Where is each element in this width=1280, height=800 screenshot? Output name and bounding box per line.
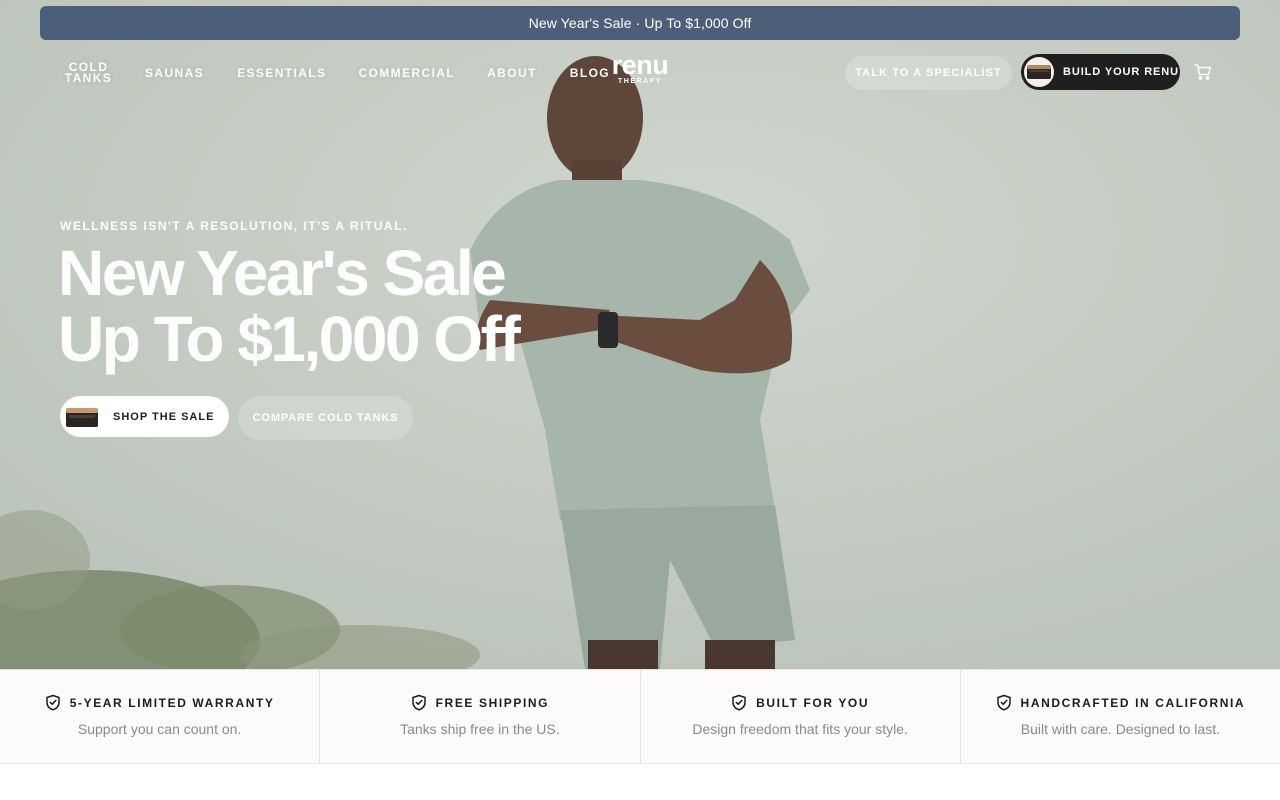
nav-item-commercial[interactable]: COMMERCIAL xyxy=(358,66,455,80)
promo-bar-text: New Year's Sale · Up To $1,000 Off xyxy=(528,15,752,31)
features-strip: 5-YEAR LIMITED WARRANTY Support you can … xyxy=(0,669,1280,764)
shield-check-icon xyxy=(411,694,426,711)
hero-eyebrow: WELLNESS ISN'T A RESOLUTION, IT'S A RITU… xyxy=(60,219,408,233)
hero-headline-line-1: New Year's Sale xyxy=(58,237,507,309)
nav-item-cold-tanks[interactable]: COLD TANKS xyxy=(60,61,117,84)
feature-title: FREE SHIPPING xyxy=(435,695,550,710)
feature-item: 5-YEAR LIMITED WARRANTY Support you can … xyxy=(0,670,321,763)
site-logo[interactable]: renu THERAPY xyxy=(605,52,675,86)
feature-item: FREE SHIPPING Tanks ship free in the US. xyxy=(320,670,641,763)
nav-item-blog[interactable]: BLOG xyxy=(570,66,610,80)
feature-item: HANDCRAFTED IN CALIFORNIA Built with car… xyxy=(961,670,1280,763)
main-nav: COLD TANKS SAUNAS ESSENTIALS COMMERCIAL … xyxy=(60,58,610,88)
compare-cold-tanks-button[interactable]: COMPARE COLD TANKS xyxy=(238,396,413,440)
feature-description: Tanks ship free in the US. xyxy=(400,721,560,737)
nav-item-essentials[interactable]: ESSENTIALS xyxy=(237,66,326,80)
shield-check-icon xyxy=(45,694,60,711)
feature-item: BUILT FOR YOU Design freedom that fits y… xyxy=(641,670,961,763)
logo-wordmark: renu xyxy=(611,50,669,80)
feature-title: HANDCRAFTED IN CALIFORNIA xyxy=(1020,695,1246,710)
promo-bar[interactable]: New Year's Sale · Up To $1,000 Off xyxy=(40,6,1240,40)
feature-title: 5-YEAR LIMITED WARRANTY xyxy=(69,695,275,710)
nav-item-about[interactable]: ABOUT xyxy=(487,66,537,80)
shield-check-icon xyxy=(732,694,746,711)
shop-the-sale-button[interactable]: SHOP THE SALE xyxy=(60,396,229,437)
shield-check-icon xyxy=(996,694,1011,711)
hero-headline: New Year's Sale Up To $1,000 Off xyxy=(58,237,521,375)
cart-icon[interactable] xyxy=(1193,62,1213,82)
build-your-renu-label: BUILD YOUR RENU xyxy=(1063,66,1179,78)
nav-item-saunas[interactable]: SAUNAS xyxy=(145,66,204,80)
shop-the-sale-label: SHOP THE SALE xyxy=(113,410,215,423)
feature-description: Built with care. Designed to last. xyxy=(1020,721,1220,737)
talk-to-specialist-button[interactable]: TALK TO A SPECIALIST xyxy=(845,56,1012,90)
build-your-renu-button[interactable]: BUILD YOUR RENU xyxy=(1021,54,1180,90)
feature-description: Support you can count on. xyxy=(77,721,242,737)
page-below-fold xyxy=(0,764,1280,800)
tank-thumbnail-icon xyxy=(1024,57,1054,87)
hero-headline-line-2: Up To $1,000 Off xyxy=(58,303,521,375)
feature-title: BUILT FOR YOU xyxy=(756,695,870,710)
feature-description: Design freedom that fits your style. xyxy=(692,721,908,737)
tank-thumbnail-icon xyxy=(66,407,98,427)
